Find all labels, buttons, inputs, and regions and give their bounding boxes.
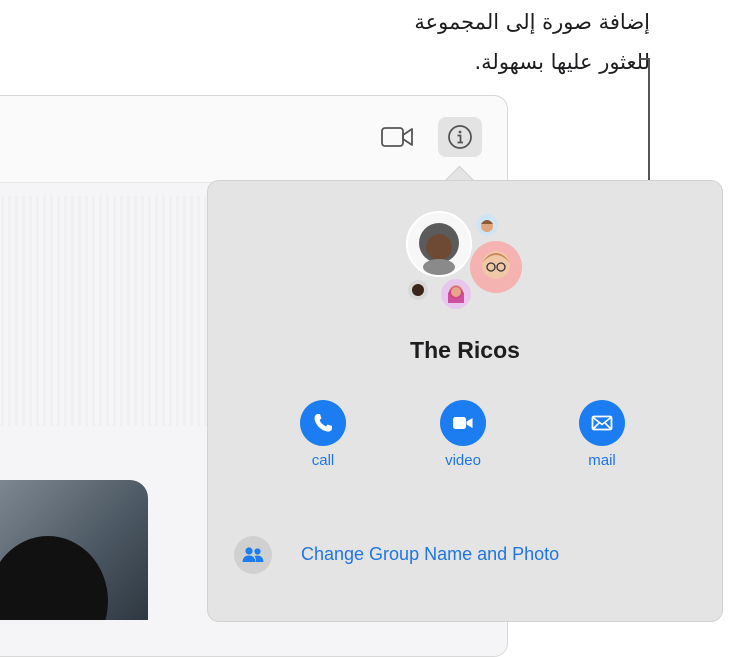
change-group-row[interactable]: Change Group Name and Photo xyxy=(234,536,634,576)
message-photo[interactable] xyxy=(0,480,148,620)
callout-line-2: للعثور عليها بسهولة. xyxy=(474,50,651,74)
avatar-memoji-small-1 xyxy=(476,214,498,236)
photo-subject xyxy=(0,536,108,620)
envelope-icon xyxy=(591,415,613,431)
group-name: The Ricos xyxy=(410,337,520,363)
info-button[interactable] xyxy=(438,117,482,157)
video-icon xyxy=(453,417,473,429)
people-icon xyxy=(234,536,272,574)
call-action[interactable]: call xyxy=(293,400,353,469)
call-label: call xyxy=(311,452,335,469)
conversation-toolbar xyxy=(0,96,507,183)
avatar-memoji-main xyxy=(406,211,472,277)
phone-icon xyxy=(314,414,332,432)
mail-button[interactable] xyxy=(579,400,625,446)
call-button[interactable] xyxy=(300,400,346,446)
info-icon xyxy=(448,125,472,149)
avatar-memoji-small-3 xyxy=(441,279,471,309)
video-button[interactable] xyxy=(440,400,486,446)
video-action[interactable]: video xyxy=(433,400,493,469)
group-details-popover: The Ricos call video mail Change Group N… xyxy=(207,180,723,622)
avatar-memoji-small-2 xyxy=(408,280,428,300)
callout-annotation: إضافة صورة إلى المجموعة للعثور عليها بسه… xyxy=(320,2,650,82)
avatar-memoji-glasses xyxy=(470,241,522,293)
video-label: video xyxy=(445,452,481,469)
video-camera-icon[interactable] xyxy=(381,126,415,148)
mail-action[interactable]: mail xyxy=(572,400,632,469)
callout-line-1: إضافة صورة إلى المجموعة xyxy=(414,10,650,34)
change-group-name-photo-link[interactable]: Change Group Name and Photo xyxy=(301,544,559,565)
mail-label: mail xyxy=(588,452,616,469)
